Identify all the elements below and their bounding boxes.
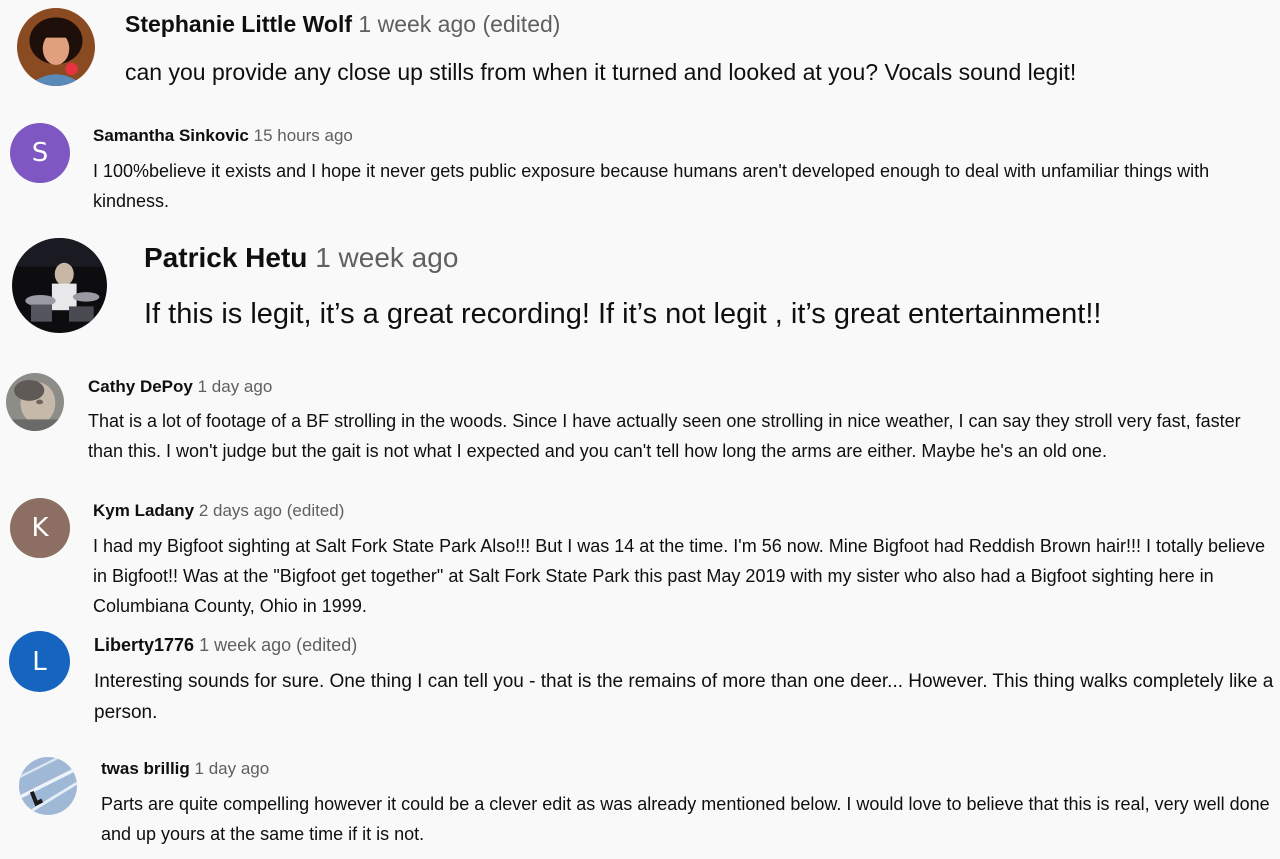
comment-author-name[interactable]: twas brillig xyxy=(101,759,190,778)
comment-author-name[interactable]: Cathy DePoy xyxy=(88,377,193,396)
comment-timestamp[interactable]: 1 day ago xyxy=(195,759,270,778)
comment-timestamp[interactable]: 1 week ago xyxy=(358,11,476,37)
comment-text: I had my Bigfoot sighting at Salt Fork S… xyxy=(93,536,1266,616)
comment-text: I 100%believe it exists and I hope it ne… xyxy=(93,161,1210,211)
comment-author-name[interactable]: Stephanie Little Wolf xyxy=(125,11,352,37)
comment-thread-item: S Samantha Sinkovic 15 hours ago I 100%b… xyxy=(0,105,1280,225)
comment-text: If this is legit, it’s a great recording… xyxy=(144,298,1102,330)
blurred-face-photo-icon xyxy=(6,373,64,431)
comment-thread-item: K Kym Ladany 2 days ago (edited) I had m… xyxy=(0,495,1280,627)
author-avatar[interactable] xyxy=(17,8,95,86)
comment-text: Parts are quite compelling however it co… xyxy=(101,794,1270,844)
comment-author-name[interactable]: Samantha Sinkovic xyxy=(93,126,249,145)
comment-thread-item: L Liberty1776 1 week ago (edited) Intere… xyxy=(0,627,1280,745)
comment-text: That is a lot of footage of a BF strolli… xyxy=(88,411,1241,461)
comment-text: can you provide any close up stills from… xyxy=(125,59,1077,85)
comment-timestamp[interactable]: 2 days ago xyxy=(199,501,282,520)
comment-thread-item: Cathy DePoy 1 day ago That is a lot of f… xyxy=(0,365,1280,495)
comment-thread-item: Stephanie Little Wolf 1 week ago (edited… xyxy=(0,0,1280,105)
comment-thread-item: twas brillig 1 day ago Parts are quite c… xyxy=(0,745,1280,859)
avatar-letter: K xyxy=(31,513,49,543)
author-avatar[interactable]: K xyxy=(10,498,70,558)
comment-thread-item: Patrick Hetu 1 week ago If this is legit… xyxy=(0,225,1280,365)
author-avatar[interactable]: S xyxy=(10,123,70,183)
author-avatar[interactable] xyxy=(19,757,77,815)
sky-contrail-photo-icon xyxy=(19,757,77,815)
edited-label: (edited) xyxy=(286,501,345,520)
author-avatar[interactable] xyxy=(12,238,107,333)
edited-label: (edited) xyxy=(482,11,561,37)
woman-portrait-photo-icon xyxy=(17,8,95,86)
comment-timestamp[interactable]: 1 day ago xyxy=(198,377,273,396)
edited-label: (edited) xyxy=(296,635,358,655)
avatar-letter: S xyxy=(31,138,49,168)
avatar-letter: L xyxy=(32,646,47,677)
comment-author-name[interactable]: Kym Ladany xyxy=(93,501,194,520)
comment-text: Interesting sounds for sure. One thing I… xyxy=(94,671,1274,723)
comment-timestamp[interactable]: 1 week ago xyxy=(315,242,458,273)
comment-author-name[interactable]: Liberty1776 xyxy=(94,635,194,655)
comment-timestamp[interactable]: 15 hours ago xyxy=(254,126,353,145)
comment-timestamp[interactable]: 1 week ago xyxy=(199,635,291,655)
comment-author-name[interactable]: Patrick Hetu xyxy=(144,242,307,273)
author-avatar[interactable]: L xyxy=(9,631,70,692)
drummer-photo-icon xyxy=(12,238,107,333)
author-avatar[interactable] xyxy=(6,373,64,431)
